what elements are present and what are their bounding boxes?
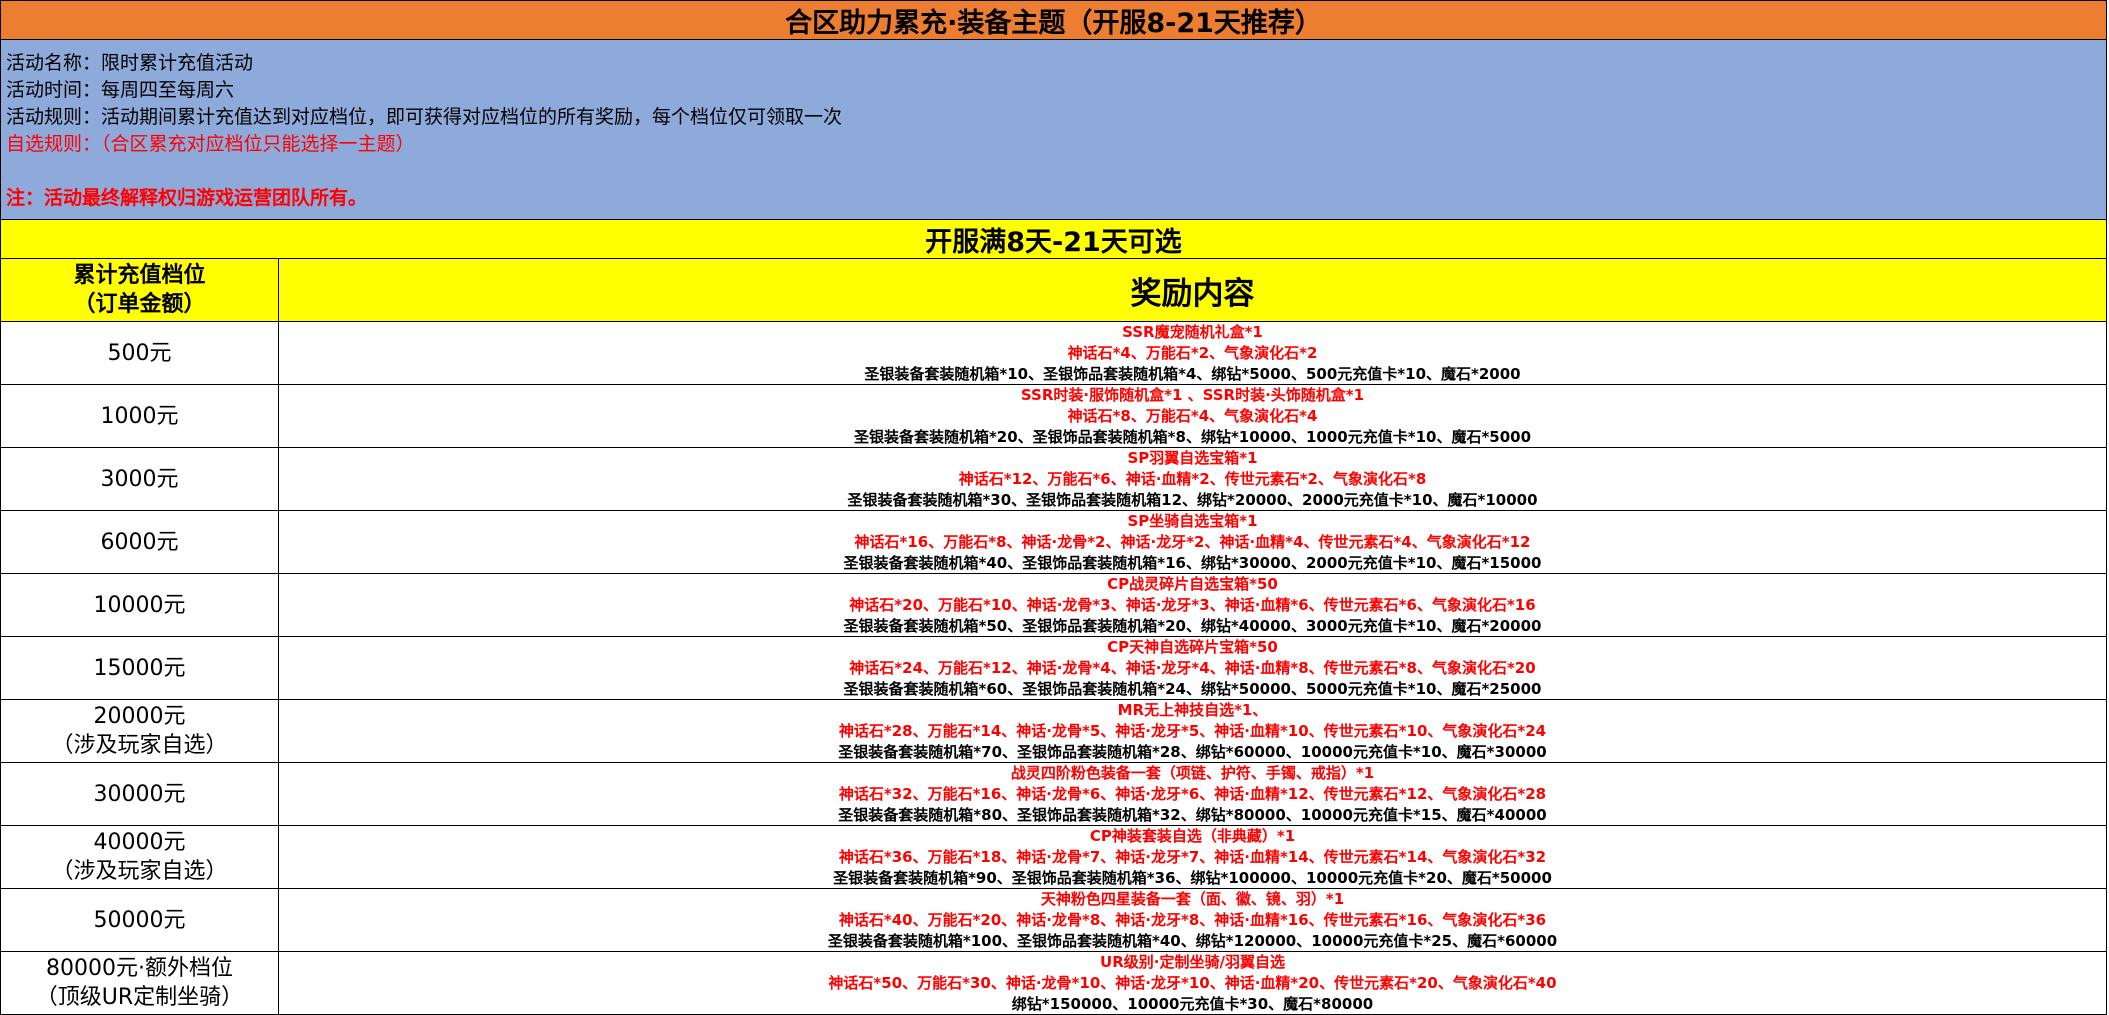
reward-line: 神话石*50、万能石*30、神话·龙骨*10、神话·龙牙*10、神话·血精*20… bbox=[828, 973, 1557, 992]
tier-amount-cell: 50000元 bbox=[1, 889, 279, 951]
reward-line: 圣银装备套装随机箱*70、圣银饰品套装随机箱*28、绑钻*60000、10000… bbox=[838, 742, 1547, 761]
reward-cell: CP战灵碎片自选宝箱*50 神话石*20、万能石*10、神话·龙骨*3、神话·龙牙… bbox=[279, 574, 2106, 636]
table-row: 80000元·额外档位 （顶级UR定制坐骑） UR级别·定制坐骑/羽翼自选神话石*5… bbox=[0, 952, 2107, 1015]
tier-column-header: 累计充值档位 （订单金额） bbox=[1, 259, 279, 321]
reward-line: 圣银装备套装随机箱*90、圣银饰品套装随机箱*36、绑钻*100000、1000… bbox=[833, 868, 1552, 887]
reward-line: 神话石*16、万能石*8、神话·龙骨*2、神话·龙牙*2、神话·血精*4、传世元… bbox=[854, 532, 1531, 551]
tier-amount: 1000元 bbox=[100, 403, 179, 429]
table-row: 6000元 SP坐骑自选宝箱*1 神话石*16、万能石*8、神话·龙骨*2、神话·龙… bbox=[0, 511, 2107, 574]
reward-line: UR级别·定制坐骑/羽翼自选 bbox=[1100, 952, 1285, 971]
tier-amount: 30000元 bbox=[93, 781, 186, 807]
tier-amount-cell: 1000元 bbox=[1, 385, 279, 447]
tier-amount-cell: 3000元 bbox=[1, 448, 279, 510]
activity-name: 活动名称：限时累计充值活动 bbox=[6, 52, 254, 74]
tier-amount-cell: 6000元 bbox=[1, 511, 279, 573]
reward-line: 圣银装备套装随机箱*20、圣银饰品套装随机箱*8、绑钻*10000、1000元充… bbox=[853, 427, 1532, 446]
reward-line: SSR魔宠随机礼盒*1 bbox=[1122, 322, 1263, 341]
reward-line: 神话石*32、万能石*16、神话·龙骨*6、神话·龙牙*6、神话·血精*12、传… bbox=[838, 784, 1547, 803]
tier-amount-cell: 10000元 bbox=[1, 574, 279, 636]
tier-amount: 50000元 bbox=[93, 907, 186, 933]
activity-info: 活动名称：限时累计充值活动 活动时间：每周四至每周六 活动规则：活动期间累计充值… bbox=[0, 40, 2107, 219]
reward-line: 圣银装备套装随机箱*30、圣银饰品套装随机箱12、绑钻*20000、2000元充… bbox=[847, 490, 1538, 509]
reward-line: CP天神自选碎片宝箱*50 bbox=[1107, 637, 1278, 656]
tier-note: （涉及玩家自选） bbox=[51, 859, 228, 884]
activity-time: 活动时间：每周四至每周六 bbox=[6, 79, 235, 101]
choice-rule: 自选规则：（合区累充对应档位只能选择一主题） bbox=[6, 133, 415, 155]
reward-line: 神话石*36、万能石*18、神话·龙骨*7、神话·龙牙*7、神话·血精*14、传… bbox=[838, 847, 1547, 866]
reward-cell: MR无上神技自选*1、神话石*28、万能石*14、神话·龙骨*5、神话·龙牙*5… bbox=[279, 700, 2106, 762]
reward-line: SP坐骑自选宝箱*1 bbox=[1127, 511, 1258, 530]
reward-line: 天神粉色四星装备一套（面、徽、镜、羽）*1 bbox=[1040, 889, 1345, 908]
reward-line: 神话石*24、万能石*12、神话·龙骨*4、神话·龙牙*4、神话·血精*8、传世… bbox=[849, 658, 1536, 677]
page-title: 合区助力累充·装备主题（开服8-21天推荐） bbox=[0, 0, 2107, 40]
reward-cell: SSR魔宠随机礼盒*1 神话石*4、万能石*2、气象演化石*2 圣银装备套装随机箱*… bbox=[279, 322, 2106, 384]
reward-line: 战灵四阶粉色装备一套（项链、护符、手镯、戒指）*1 bbox=[1010, 763, 1375, 782]
tier-header-line2: （订单金额） bbox=[73, 292, 206, 317]
tier-amount-cell: 20000元 （涉及玩家自选） bbox=[1, 700, 279, 762]
reward-line: 圣银装备套装随机箱*80、圣银饰品套装随机箱*32、绑钻*80000、10000… bbox=[838, 805, 1547, 824]
reward-line: 绑钻*150000、10000元充值卡*30、魔石*80000 bbox=[1011, 994, 1374, 1013]
tier-amount-cell: 40000元 （涉及玩家自选） bbox=[1, 826, 279, 888]
tier-amount: 500元 bbox=[107, 340, 172, 366]
tier-table-body: 500元 SSR魔宠随机礼盒*1 神话石*4、万能石*2、气象演化石*2 圣银装备套装… bbox=[0, 322, 2107, 1015]
reward-line: SP羽翼自选宝箱*1 bbox=[1127, 448, 1258, 467]
disclaimer-note: 注：活动最终解释权归游戏运营团队所有。 bbox=[6, 187, 368, 209]
reward-line: 神话石*4、万能石*2、气象演化石*2 bbox=[1067, 343, 1318, 362]
reward-line: CP战灵碎片自选宝箱*50 bbox=[1107, 574, 1278, 593]
reward-cell: SP坐骑自选宝箱*1 神话石*16、万能石*8、神话·龙骨*2、神话·龙牙*2、神… bbox=[279, 511, 2106, 573]
spreadsheet: 合区助力累充·装备主题（开服8-21天推荐） 活动名称：限时累计充值活动 活动时… bbox=[0, 0, 2109, 1015]
reward-cell: 天神粉色四星装备一套（面、徽、镜、羽）*1 神话石*40、万能石*20、神话·龙骨… bbox=[279, 889, 2106, 951]
reward-line: 神话石*8、万能石*4、气象演化石*4 bbox=[1067, 406, 1318, 425]
tier-amount-cell: 30000元 bbox=[1, 763, 279, 825]
table-row: 1000元 SSR时装·服饰随机盒*1 、SSR时装·头饰随机盒*1 神话石*8、万… bbox=[0, 385, 2107, 448]
tier-amount: 6000元 bbox=[100, 529, 179, 555]
reward-cell: UR级别·定制坐骑/羽翼自选神话石*50、万能石*30、神话·龙骨*10、神话·… bbox=[279, 952, 2106, 1014]
reward-cell: CP神装套装自选（非典藏）*1 神话石*36、万能石*18、神话·龙骨*7、神话·… bbox=[279, 826, 2106, 888]
tier-note: （涉及玩家自选） bbox=[51, 733, 228, 758]
reward-line: 圣银装备套装随机箱*10、圣银饰品套装随机箱*4、绑钻*5000、500元充值卡… bbox=[864, 364, 1521, 383]
table-header: 累计充值档位 （订单金额） 奖励内容 bbox=[0, 259, 2107, 322]
table-row: 20000元 （涉及玩家自选） MR无上神技自选*1、神话石*28、万能石*14、神… bbox=[0, 700, 2107, 763]
tier-amount: 10000元 bbox=[93, 592, 186, 618]
table-row: 30000元 战灵四阶粉色装备一套（项链、护符、手镯、戒指）*1 神话石*32、万能… bbox=[0, 763, 2107, 826]
tier-amount: 80000元·额外档位 bbox=[46, 956, 233, 981]
tier-note: （顶级UR定制坐骑） bbox=[35, 985, 244, 1010]
section-title: 开服满8天-21天可选 bbox=[0, 219, 2107, 259]
reward-line: 神话石*28、万能石*14、神话·龙骨*5、神话·龙牙*5、神话·血精*10、传… bbox=[838, 721, 1547, 740]
reward-line: CP神装套装自选（非典藏）*1 bbox=[1089, 826, 1296, 845]
reward-cell: 战灵四阶粉色装备一套（项链、护符、手镯、戒指）*1 神话石*32、万能石*16、神… bbox=[279, 763, 2106, 825]
tier-amount: 40000元 bbox=[93, 830, 186, 855]
reward-column-header: 奖励内容 bbox=[1130, 275, 1255, 312]
reward-line: SSR时装·服饰随机盒*1 、SSR时装·头饰随机盒*1 bbox=[1020, 385, 1365, 404]
tier-amount: 20000元 bbox=[93, 704, 186, 729]
reward-cell: SSR时装·服饰随机盒*1 、SSR时装·头饰随机盒*1 神话石*8、万能石*4、… bbox=[279, 385, 2106, 447]
tier-amount: 15000元 bbox=[93, 655, 186, 681]
reward-line: 圣银装备套装随机箱*50、圣银饰品套装随机箱*20、绑钻*40000、3000元… bbox=[843, 616, 1542, 635]
activity-rule: 活动规则：活动期间累计充值达到对应档位，即可获得对应档位的所有奖励，每个档位仅可… bbox=[6, 106, 843, 128]
tier-amount-cell: 15000元 bbox=[1, 637, 279, 699]
table-row: 40000元 （涉及玩家自选） CP神装套装自选（非典藏）*1 神话石*36、万能石*… bbox=[0, 826, 2107, 889]
tier-amount: 3000元 bbox=[100, 466, 179, 492]
table-row: 500元 SSR魔宠随机礼盒*1 神话石*4、万能石*2、气象演化石*2 圣银装备套装… bbox=[0, 322, 2107, 385]
reward-line: 神话石*40、万能石*20、神话·龙骨*8、神话·龙牙*8、神话·血精*16、传… bbox=[838, 910, 1547, 929]
reward-cell: SP羽翼自选宝箱*1 神话石*12、万能石*6、神话·血精*2、传世元素石*2、气… bbox=[279, 448, 2106, 510]
tier-amount-cell: 500元 bbox=[1, 322, 279, 384]
table-row: 10000元 CP战灵碎片自选宝箱*50 神话石*20、万能石*10、神话·龙骨*3… bbox=[0, 574, 2107, 637]
table-row: 3000元 SP羽翼自选宝箱*1 神话石*12、万能石*6、神话·血精*2、传世元素… bbox=[0, 448, 2107, 511]
reward-line: 神话石*12、万能石*6、神话·血精*2、传世元素石*2、气象演化石*8 bbox=[958, 469, 1427, 488]
reward-line: 圣银装备套装随机箱*60、圣银饰品套装随机箱*24、绑钻*50000、5000元… bbox=[843, 679, 1542, 698]
table-row: 15000元 CP天神自选碎片宝箱*50 神话石*24、万能石*12、神话·龙骨*4… bbox=[0, 637, 2107, 700]
table-row: 50000元 天神粉色四星装备一套（面、徽、镜、羽）*1 神话石*40、万能石*20… bbox=[0, 889, 2107, 952]
reward-line: 圣银装备套装随机箱*100、圣银饰品套装随机箱*40、绑钻*120000、100… bbox=[827, 931, 1558, 950]
tier-header-line1: 累计充值档位 bbox=[73, 263, 206, 288]
tier-amount-cell: 80000元·额外档位 （顶级UR定制坐骑） bbox=[1, 952, 279, 1014]
reward-line: 神话石*20、万能石*10、神话·龙骨*3、神话·龙牙*3、神话·血精*6、传世… bbox=[849, 595, 1536, 614]
reward-cell: CP天神自选碎片宝箱*50 神话石*24、万能石*12、神话·龙骨*4、神话·龙牙… bbox=[279, 637, 2106, 699]
reward-line: MR无上神技自选*1、 bbox=[1117, 700, 1268, 719]
reward-line: 圣银装备套装随机箱*40、圣银饰品套装随机箱*16、绑钻*30000、2000元… bbox=[843, 553, 1542, 572]
